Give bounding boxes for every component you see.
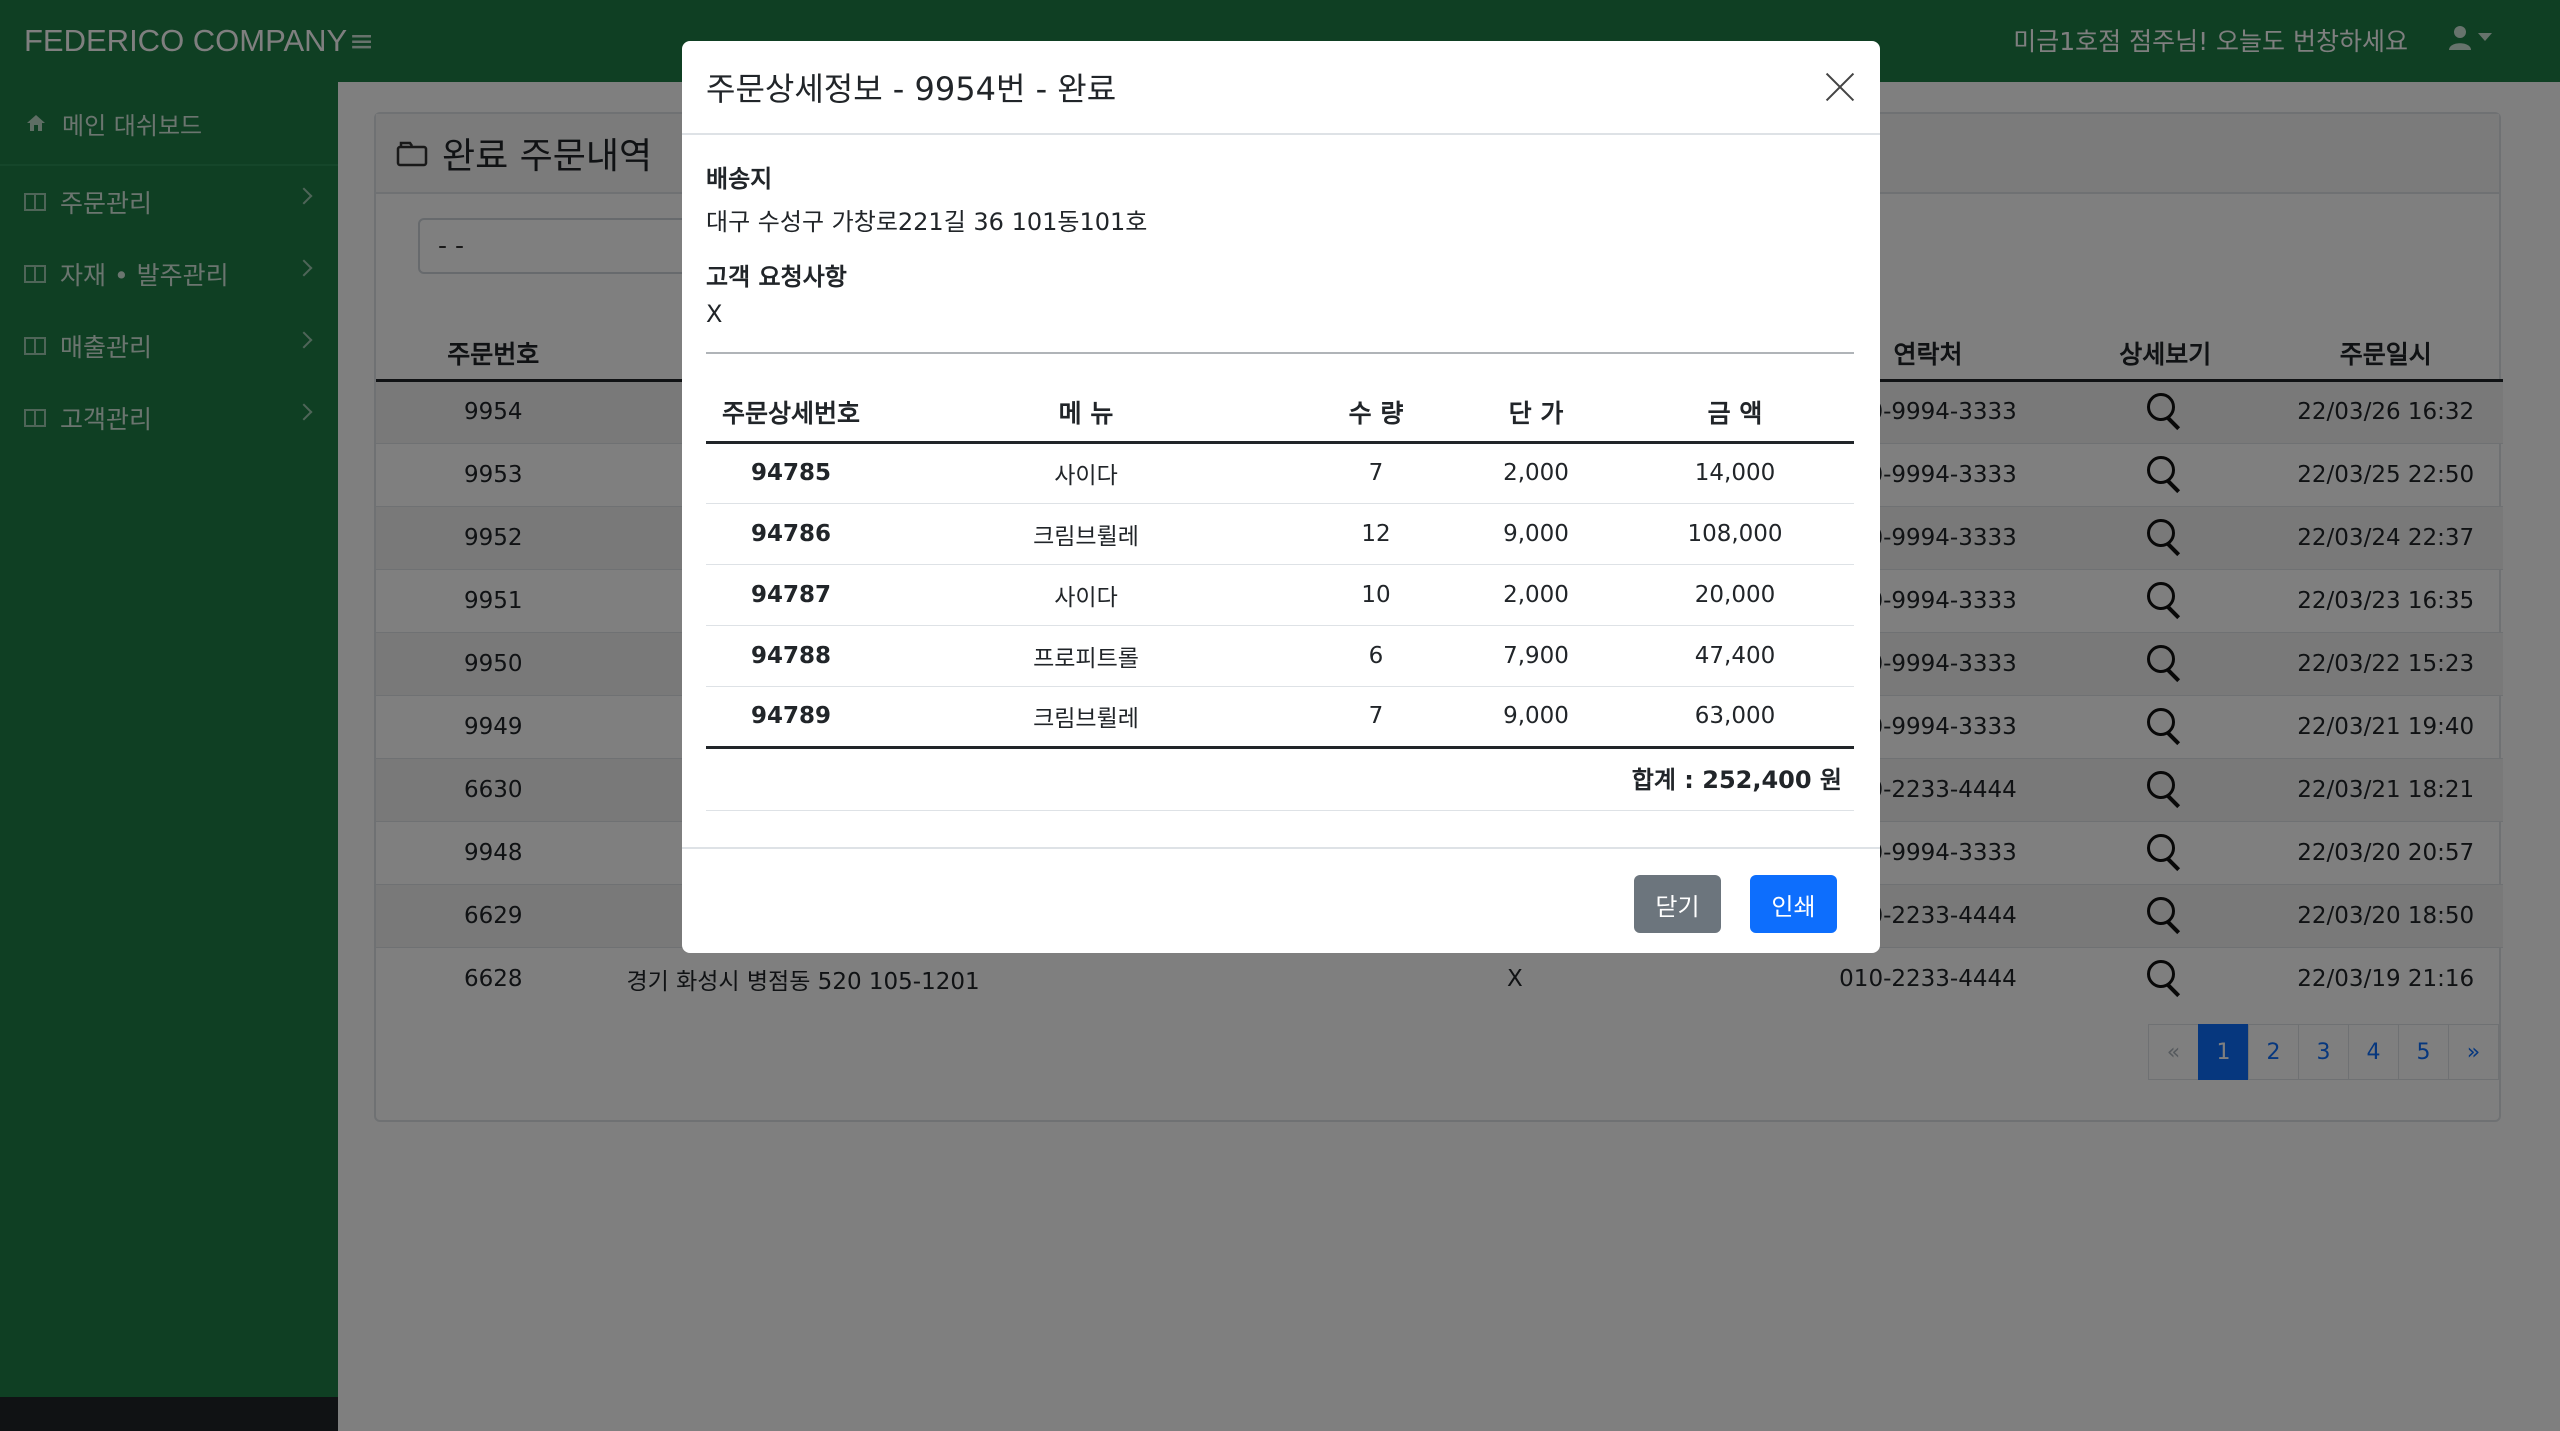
item-menu: 크림브륄레 <box>876 685 1296 749</box>
close-icon[interactable] <box>1824 71 1856 103</box>
item-qty: 12 <box>1296 502 1456 564</box>
col-header-detail-id: 주문상세번호 <box>706 384 876 444</box>
table-row: 94786 크림브륄레 12 9,000 108,000 <box>706 502 1854 564</box>
item-menu: 사이다 <box>876 441 1296 503</box>
item-price: 7,900 <box>1456 624 1616 686</box>
order-total: 합계 : 252,400 원 <box>706 749 1854 811</box>
table-row: 94785 사이다 7 2,000 14,000 <box>706 441 1854 503</box>
table-row: 94787 사이다 10 2,000 20,000 <box>706 563 1854 625</box>
modal-footer: 닫기 인쇄 <box>682 847 1880 953</box>
modal-header: 주문상세정보 - 9954번 - 완료 <box>682 41 1880 135</box>
item-menu: 사이다 <box>876 563 1296 625</box>
col-header-amount: 금 액 <box>1616 384 1854 444</box>
modal-title: 주문상세정보 - 9954번 - 완료 <box>706 70 1117 108</box>
order-items-table: 주문상세번호 메 뉴 수 량 단 가 금 액 94785 사이다 7 2,000… <box>706 384 1854 749</box>
item-price: 9,000 <box>1456 502 1616 564</box>
divider <box>706 352 1854 354</box>
order-detail-modal: 주문상세정보 - 9954번 - 완료 배송지 대구 수성구 가창로221길 3… <box>682 41 1880 953</box>
item-price: 2,000 <box>1456 563 1616 625</box>
item-price: 9,000 <box>1456 685 1616 749</box>
item-id: 94785 <box>706 441 876 503</box>
address-label: 배송지 <box>706 165 773 193</box>
col-header-qty: 수 량 <box>1296 384 1456 444</box>
table-header-row: 주문상세번호 메 뉴 수 량 단 가 금 액 <box>706 384 1854 444</box>
item-amount: 63,000 <box>1616 685 1854 749</box>
modal-body: 배송지 대구 수성구 가창로221길 36 101동101호 고객 요청사항 X… <box>706 159 1854 811</box>
request-label: 고객 요청사항 <box>706 263 847 291</box>
item-id: 94787 <box>706 563 876 625</box>
item-menu: 프로피트롤 <box>876 624 1296 686</box>
item-id: 94788 <box>706 624 876 686</box>
item-qty: 6 <box>1296 624 1456 686</box>
item-qty: 7 <box>1296 441 1456 503</box>
item-amount: 108,000 <box>1616 502 1854 564</box>
item-menu: 크림브륄레 <box>876 502 1296 564</box>
print-button[interactable]: 인쇄 <box>1750 875 1837 933</box>
table-row: 94788 프로피트롤 6 7,900 47,400 <box>706 624 1854 686</box>
close-button[interactable]: 닫기 <box>1634 875 1721 933</box>
item-qty: 7 <box>1296 685 1456 749</box>
col-header-price: 단 가 <box>1456 384 1616 444</box>
item-amount: 20,000 <box>1616 563 1854 625</box>
item-id: 94789 <box>706 685 876 749</box>
request-value: X <box>706 300 723 328</box>
item-amount: 14,000 <box>1616 441 1854 503</box>
item-qty: 10 <box>1296 563 1456 625</box>
address-value: 대구 수성구 가창로221길 36 101동101호 <box>706 208 1148 236</box>
col-header-menu: 메 뉴 <box>876 384 1296 444</box>
item-id: 94786 <box>706 502 876 564</box>
table-row: 94789 크림브륄레 7 9,000 63,000 <box>706 685 1854 749</box>
item-price: 2,000 <box>1456 441 1616 503</box>
item-amount: 47,400 <box>1616 624 1854 686</box>
